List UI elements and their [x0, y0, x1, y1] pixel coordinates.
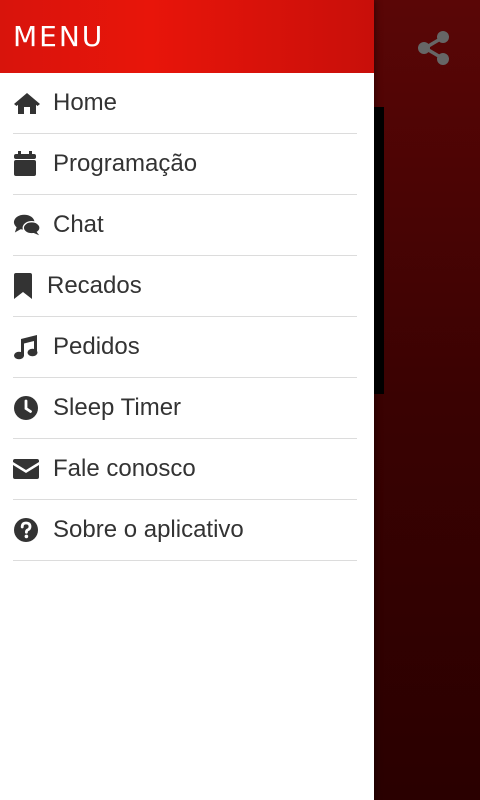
bookmark-icon: [13, 272, 35, 300]
menu-item-label: Recados: [47, 272, 142, 299]
navigation-drawer: MENU Home Programação Chat Recados Pedid…: [0, 0, 374, 800]
menu-item-recados[interactable]: Recados: [13, 256, 357, 317]
share-icon: [418, 31, 449, 65]
menu-item-label: Fale conosco: [53, 455, 196, 482]
menu-item-pedidos[interactable]: Pedidos: [13, 317, 357, 378]
chat-icon: [13, 211, 41, 239]
menu-item-label: Home: [53, 89, 118, 116]
drawer-title: MENU: [13, 20, 105, 53]
menu-item-label: Pedidos: [53, 333, 140, 360]
menu-item-label: Chat: [53, 211, 104, 238]
menu-item-label: Sobre o aplicativo: [53, 516, 244, 543]
menu-item-programacao[interactable]: Programação: [13, 134, 357, 195]
menu-item-chat[interactable]: Chat: [13, 195, 357, 256]
music-note-icon: [13, 333, 41, 361]
menu-item-label: Programação: [53, 150, 198, 177]
calendar-icon: [13, 150, 41, 178]
home-icon: [13, 89, 41, 117]
question-circle-icon: [13, 516, 41, 544]
envelope-icon: [13, 455, 41, 483]
drawer-header: MENU: [0, 0, 374, 73]
clock-icon: [13, 394, 41, 422]
app-screen: MENU Home Programação Chat Recados Pedid…: [0, 0, 480, 800]
menu-list: Home Programação Chat Recados Pedidos Sl…: [0, 73, 374, 561]
menu-item-home[interactable]: Home: [13, 73, 357, 134]
share-button[interactable]: [412, 26, 456, 70]
menu-item-sleep-timer[interactable]: Sleep Timer: [13, 378, 357, 439]
menu-item-sobre[interactable]: Sobre o aplicativo: [13, 500, 357, 561]
background-panel: [374, 107, 384, 394]
menu-item-label: Sleep Timer: [53, 394, 182, 421]
menu-item-fale-conosco[interactable]: Fale conosco: [13, 439, 357, 500]
